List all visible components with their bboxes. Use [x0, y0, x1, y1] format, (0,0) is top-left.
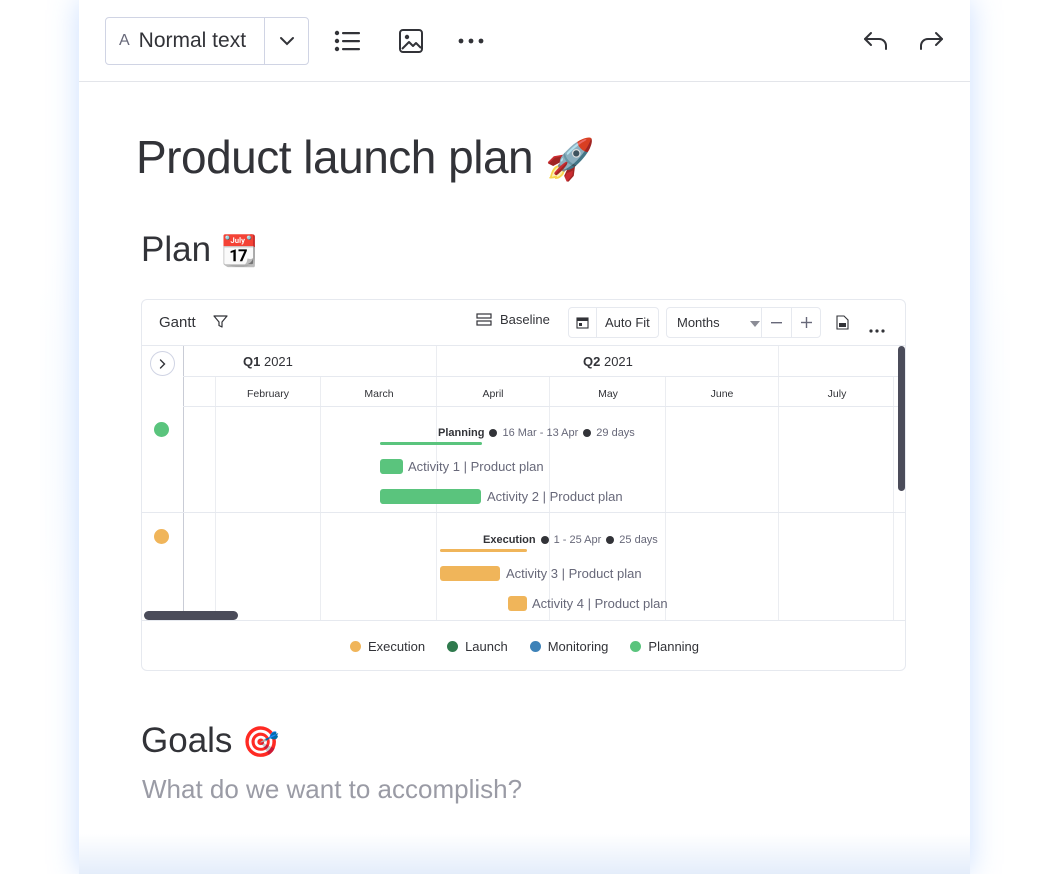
- activity-label: Activity 3 | Product plan: [506, 566, 642, 581]
- undo-icon[interactable]: [860, 26, 890, 56]
- gantt-widget: Gantt Baseline Auto Fit Months Q1 2021 Q…: [141, 299, 906, 671]
- month-label: April: [482, 388, 504, 400]
- month-label: May: [598, 388, 618, 400]
- gantt-legend: Execution Launch Monitoring Planning: [142, 620, 905, 670]
- plan-heading[interactable]: Plan 📆: [141, 230, 258, 270]
- baseline-button[interactable]: Baseline: [476, 312, 550, 327]
- goals-heading[interactable]: Goals 🎯: [141, 721, 280, 761]
- chevron-down-icon[interactable]: [264, 18, 308, 64]
- quarter-row-divider: [183, 376, 905, 377]
- group-execution-dot[interactable]: [154, 529, 169, 544]
- activity-label: Activity 4 | Product plan: [532, 596, 668, 611]
- rocket-emoji-icon: 🚀: [545, 137, 595, 183]
- bullet-list-icon[interactable]: [333, 26, 363, 56]
- goals-heading-text: Goals: [141, 721, 233, 760]
- zoom-in-icon[interactable]: [791, 308, 821, 337]
- redo-icon[interactable]: [917, 26, 947, 56]
- auto-fit-label: Auto Fit: [605, 315, 650, 330]
- plan-heading-text: Plan: [141, 230, 212, 269]
- bottom-fade: [79, 834, 970, 874]
- month-label: March: [364, 388, 394, 400]
- baseline-label: Baseline: [500, 312, 550, 327]
- page-title-text: Product launch plan: [136, 131, 534, 183]
- month-label: June: [710, 388, 734, 400]
- page-title[interactable]: Product launch plan 🚀: [136, 130, 595, 184]
- gantt-timeline: Q1 2021 Q2 2021 February March April May…: [142, 346, 905, 620]
- grid-line: [436, 346, 437, 620]
- grid-line: [215, 377, 216, 620]
- month-label: July: [827, 388, 847, 400]
- gantt-more-icon[interactable]: [869, 320, 885, 338]
- activity-bar[interactable]: [380, 459, 403, 474]
- chevron-right-icon: [159, 358, 166, 369]
- group-divider: [142, 512, 905, 513]
- month-row-divider: [183, 406, 905, 407]
- group-planning-dot[interactable]: [154, 422, 169, 437]
- time-scale-label: Months: [677, 315, 720, 330]
- document-card: A Normal text Product launch plan 🚀 Plan…: [79, 0, 970, 874]
- grid-line: [320, 377, 321, 620]
- quarter-label-q1: Q1 2021: [243, 354, 293, 369]
- group-execution-summary-bar[interactable]: [440, 549, 527, 552]
- filter-icon[interactable]: [213, 314, 228, 334]
- horizontal-scrollbar[interactable]: [144, 611, 238, 620]
- editor-toolbar: A Normal text: [79, 0, 970, 82]
- image-icon[interactable]: [396, 26, 426, 56]
- caret-down-icon: [750, 315, 760, 330]
- expand-groups-button[interactable]: [150, 351, 175, 376]
- group-planning-summary: Planning 16 Mar - 13 Apr 29 days: [438, 427, 635, 439]
- activity-label: Activity 2 | Product plan: [487, 489, 623, 504]
- group-column-divider: [183, 346, 184, 620]
- calendar-emoji-icon: 📆: [220, 234, 259, 269]
- legend-item-execution: Execution: [349, 639, 425, 654]
- more-options-icon[interactable]: [456, 26, 486, 56]
- text-format-icon: A: [119, 32, 130, 49]
- target-emoji-icon: 🎯: [242, 725, 280, 760]
- time-scale-select[interactable]: Months: [666, 307, 821, 338]
- legend-item-monitoring: Monitoring: [529, 639, 608, 654]
- gantt-header: Gantt Baseline Auto Fit Months: [142, 300, 905, 346]
- goals-placeholder-text[interactable]: What do we want to accomplish?: [142, 774, 522, 805]
- gantt-title: Gantt: [159, 314, 196, 331]
- quarter-label-q2: Q2 2021: [583, 354, 633, 369]
- grid-line: [665, 377, 666, 620]
- calendar-icon: [569, 308, 597, 337]
- month-label: February: [246, 388, 290, 400]
- text-format-dropdown[interactable]: A Normal text: [105, 17, 309, 65]
- activity-bar[interactable]: [380, 489, 481, 504]
- zoom-out-icon[interactable]: [761, 308, 791, 337]
- legend-item-planning: Planning: [630, 639, 699, 654]
- activity-bar[interactable]: [440, 566, 500, 581]
- text-format-label: Normal text: [138, 29, 247, 52]
- baseline-icon: [476, 312, 492, 326]
- legend-item-launch: Launch: [447, 639, 508, 654]
- export-icon[interactable]: [836, 315, 849, 335]
- grid-line: [893, 377, 894, 620]
- activity-label: Activity 1 | Product plan: [408, 459, 544, 474]
- group-execution-summary: Execution 1 - 25 Apr 25 days: [483, 534, 658, 546]
- activity-bar[interactable]: [508, 596, 527, 611]
- vertical-scrollbar[interactable]: [898, 346, 905, 491]
- auto-fit-button[interactable]: Auto Fit: [568, 307, 659, 338]
- group-planning-summary-bar[interactable]: [380, 442, 482, 445]
- grid-line: [778, 346, 779, 620]
